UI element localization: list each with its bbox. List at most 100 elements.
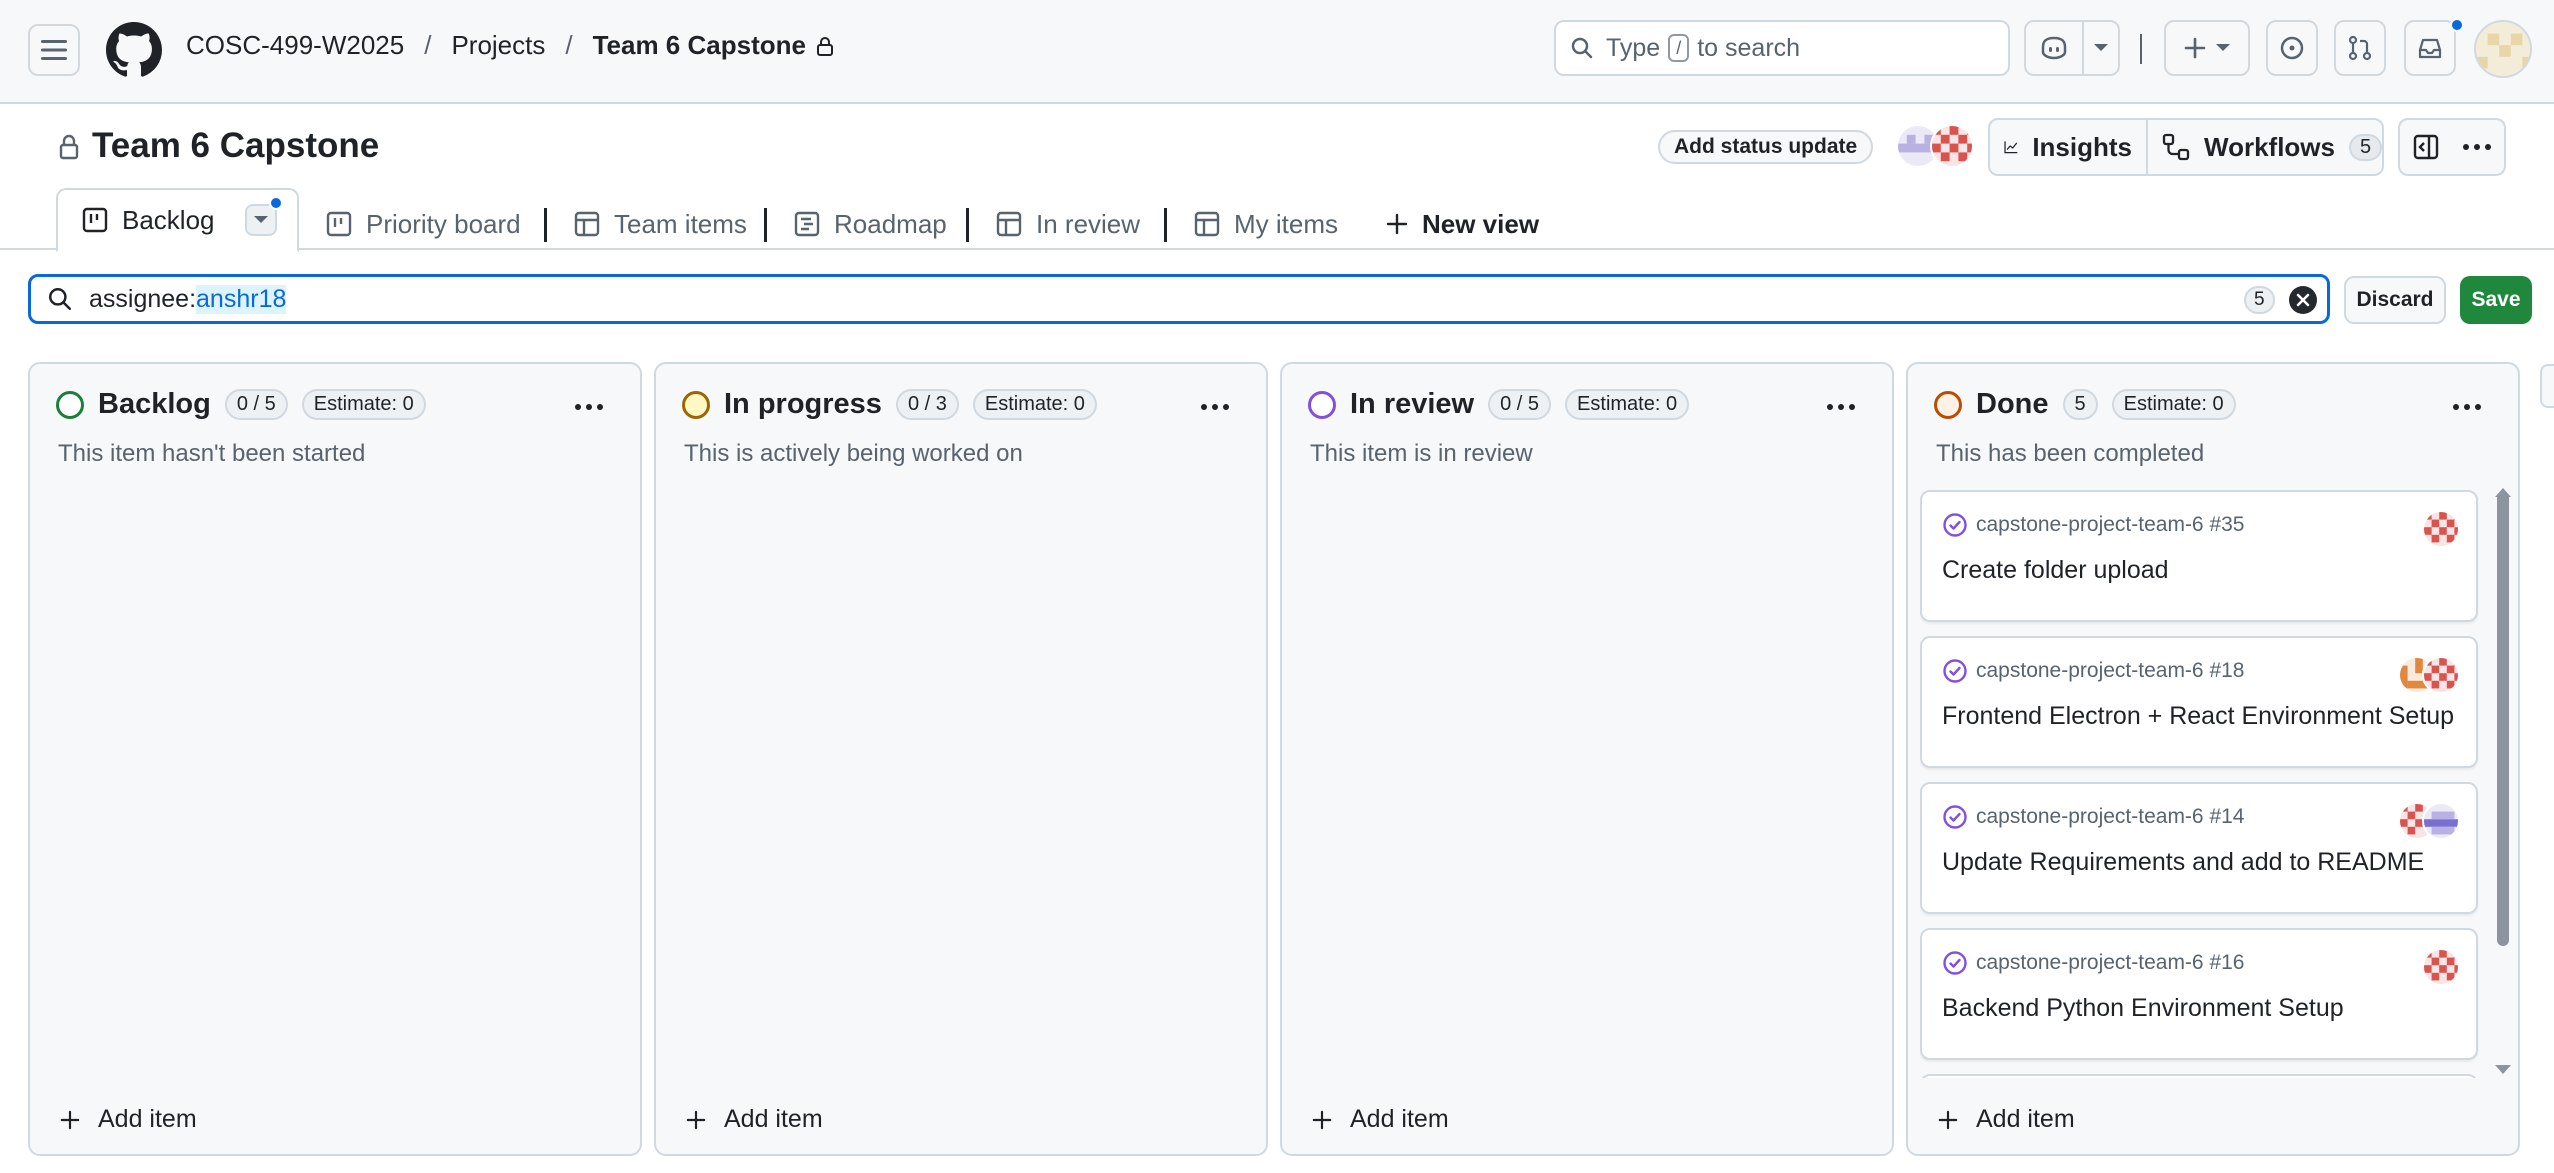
card-reference[interactable]: capstone-project-team-6 #14 <box>1976 805 2244 829</box>
tab-divider <box>764 208 767 242</box>
add-item-button[interactable]: Add item <box>686 1105 823 1134</box>
card-title[interactable]: Frontend Electron + React Environment Se… <box>1942 702 2454 731</box>
plus-icon <box>2184 37 2206 59</box>
column-header: In review 0 / 5 Estimate: 0 <box>1308 388 1690 421</box>
issue-card[interactable]: capstone-project-team-6 #18 Frontend Ele… <box>1920 636 2478 768</box>
column-title: Done <box>1976 388 2049 420</box>
view-options-button[interactable] <box>244 196 283 236</box>
breadcrumb-projects[interactable]: Projects <box>451 30 545 61</box>
chevron-down-icon <box>2094 44 2108 51</box>
avatar <box>2422 802 2460 840</box>
add-item-label: Add item <box>724 1105 823 1133</box>
board-column-in-progress: In progress 0 / 3 Estimate: 0 This is ac… <box>654 362 1268 1156</box>
copilot-icon <box>2041 36 2067 60</box>
identicon-avatar-icon <box>2424 658 2458 692</box>
column-menu-button[interactable] <box>1200 390 1230 418</box>
add-item-button[interactable]: Add item <box>60 1105 197 1134</box>
add-status-update-button[interactable]: Add status update <box>1658 130 1874 164</box>
discard-button[interactable]: Discard <box>2344 276 2446 324</box>
hamburger-icon <box>41 40 67 60</box>
insights-workflows-group: Insights Workflows 5 <box>1988 118 2384 176</box>
card-title[interactable]: Update Requirements and add to README <box>1942 848 2424 877</box>
side-panel-button[interactable] <box>2398 118 2454 176</box>
tab-in-review[interactable]: In review <box>996 198 1140 250</box>
issue-card[interactable] <box>1920 1074 2478 1078</box>
search-input[interactable]: Type / to search <box>1554 20 2010 76</box>
add-item-button[interactable]: Add item <box>1938 1105 2075 1134</box>
lock-icon <box>58 134 80 167</box>
issue-card[interactable]: capstone-project-team-6 #35 Create folde… <box>1920 490 2478 622</box>
workflow-icon <box>2162 133 2190 161</box>
breadcrumb-org[interactable]: COSC-499-W2025 <box>186 30 404 61</box>
card-reference[interactable]: capstone-project-team-6 #16 <box>1976 951 2244 975</box>
issue-closed-icon <box>1943 951 1967 975</box>
plus-icon <box>1938 1110 1958 1129</box>
copilot-button-group <box>2024 20 2120 76</box>
github-logo-icon[interactable] <box>106 22 162 78</box>
save-button[interactable]: Save <box>2460 276 2532 324</box>
column-description: This item hasn't been started <box>58 440 366 467</box>
column-menu-button[interactable] <box>1826 390 1856 418</box>
view-tabs: Backlog Priority board Team items Roadma… <box>0 186 2554 252</box>
issues-button[interactable] <box>2266 20 2318 76</box>
inbox-button[interactable] <box>2404 20 2456 76</box>
x-icon <box>2296 293 2310 307</box>
tab-my-items[interactable]: My items <box>1194 198 1338 250</box>
copilot-button[interactable] <box>2026 22 2084 74</box>
issue-closed-icon <box>1943 805 1967 829</box>
card-reference[interactable]: capstone-project-team-6 #35 <box>1976 513 2244 537</box>
add-item-label: Add item <box>1976 1105 2075 1133</box>
card-title[interactable]: Create folder upload <box>1942 556 2169 585</box>
scrollbar-thumb[interactable] <box>2497 492 2509 946</box>
tab-backlog[interactable]: Backlog <box>56 188 299 252</box>
column-estimate-badge: Estimate: 0 <box>972 389 1097 420</box>
avatar[interactable] <box>2474 20 2532 78</box>
header-divider <box>2140 34 2142 64</box>
insights-button[interactable]: Insights <box>1990 120 2148 174</box>
tab-label: Priority board <box>366 208 521 239</box>
page-title: Team 6 Capstone <box>92 126 380 165</box>
inbox-icon <box>2418 38 2442 59</box>
column-description: This has been completed <box>1936 440 2205 467</box>
identicon-avatar-icon <box>2476 22 2530 76</box>
tab-team-items[interactable]: Team items <box>574 198 747 250</box>
collaborator-avatars[interactable] <box>1896 124 1976 170</box>
board-column-backlog: Backlog 0 / 5 Estimate: 0 This item hasn… <box>28 362 642 1156</box>
scroll-down-arrow-icon[interactable] <box>2494 1064 2512 1076</box>
column-description: This is actively being worked on <box>684 440 1023 467</box>
issue-closed-icon <box>1943 513 1967 537</box>
kebab-horizontal-icon <box>575 404 603 410</box>
add-item-label: Add item <box>1350 1105 1449 1133</box>
notification-indicator <box>2450 18 2464 32</box>
status-circle-icon <box>682 390 710 419</box>
workflows-button[interactable]: Workflows 5 <box>2148 120 2396 174</box>
add-item-button[interactable]: Add item <box>1312 1105 1449 1134</box>
filter-input[interactable]: assignee: anshr18 <box>28 274 2330 324</box>
search-icon <box>49 288 71 310</box>
identicon-avatar-icon <box>2424 512 2458 546</box>
card-title[interactable]: Backend Python Environment Setup <box>1942 994 2344 1023</box>
card-meta: capstone-project-team-6 #14 <box>1942 804 2244 830</box>
column-menu-button[interactable] <box>574 390 604 418</box>
new-view-button[interactable]: New view <box>1386 198 1539 250</box>
create-new-button[interactable] <box>2164 20 2250 76</box>
column-count-badge: 0 / 5 <box>1488 389 1552 420</box>
breadcrumb-project[interactable]: Team 6 Capstone <box>593 30 806 61</box>
pull-requests-button[interactable] <box>2334 20 2386 76</box>
clear-filter-button[interactable] <box>2289 286 2317 314</box>
copilot-dropdown[interactable] <box>2084 22 2118 74</box>
issue-card[interactable]: capstone-project-team-6 #16 Backend Pyth… <box>1920 928 2478 1060</box>
menu-button[interactable] <box>28 24 80 76</box>
project-menu-button[interactable] <box>2450 118 2506 176</box>
breadcrumb-separator: / <box>424 30 432 60</box>
column-menu-button[interactable] <box>2452 390 2482 418</box>
card-reference[interactable]: capstone-project-team-6 #18 <box>1976 659 2244 683</box>
kebab-horizontal-icon <box>2463 144 2491 150</box>
board-icon <box>326 211 352 237</box>
board-icon <box>82 207 108 233</box>
tab-priority-board[interactable]: Priority board <box>326 198 521 250</box>
tab-roadmap[interactable]: Roadmap <box>794 198 947 250</box>
issue-card[interactable]: capstone-project-team-6 #14 Update Requi… <box>1920 782 2478 914</box>
tab-divider <box>1164 208 1167 242</box>
kebab-horizontal-icon <box>1827 404 1855 410</box>
